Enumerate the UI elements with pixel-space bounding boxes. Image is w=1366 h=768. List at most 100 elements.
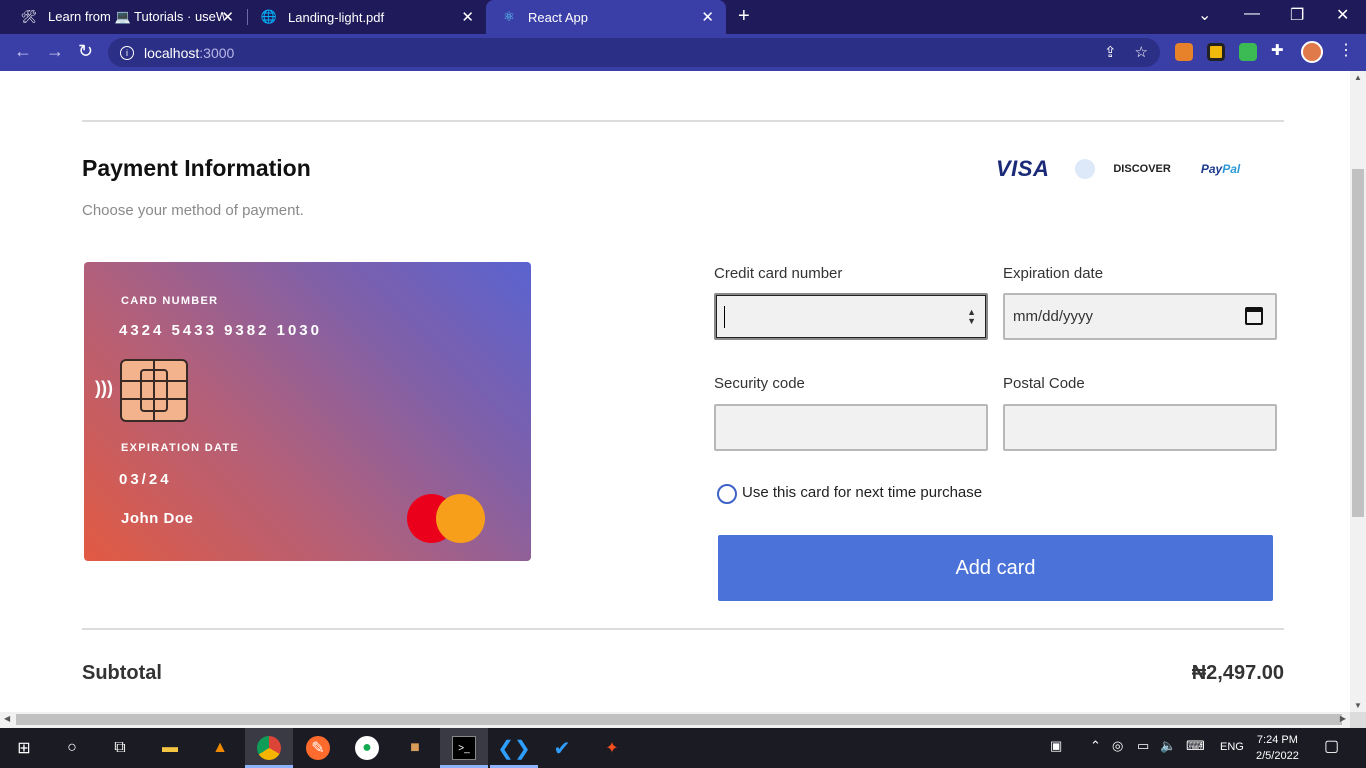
news-widget-icon[interactable]: ▣ [1050, 738, 1062, 754]
volume-icon[interactable]: 🔈 [1160, 738, 1176, 754]
tab-title: React App [528, 9, 588, 25]
more-menu-icon[interactable]: ⋮ [1338, 40, 1354, 60]
browser-tab-bar: 🛠 Learn from 💻 Tutorials · useWeb ✕ 🌐 La… [0, 0, 1366, 34]
extensions-puzzle-icon[interactable]: ✚ [1271, 41, 1289, 59]
postal-code-input[interactable] [1003, 404, 1277, 451]
close-icon[interactable]: ✕ [701, 8, 714, 26]
url-port: :3000 [199, 44, 235, 61]
expiration-placeholder: mm/dd/yyyy [1013, 308, 1094, 325]
new-tab-icon[interactable]: + [738, 5, 750, 28]
keyboard-icon[interactable]: ⌨ [1186, 738, 1205, 754]
paypal-logo[interactable]: PayPal [1201, 162, 1240, 176]
url-host: localhost [144, 44, 200, 61]
address-bar[interactable]: i localhost:3000 ⇪ ☆ [108, 38, 1160, 67]
payment-brands: VISA DISCOVER PayPal [996, 156, 1240, 182]
card-number: 4324 5433 9382 1030 [119, 322, 322, 339]
horizontal-scrollbar[interactable]: ◀ ▶ [0, 712, 1350, 728]
remember-card-label[interactable]: Use this card for next time purchase [742, 484, 982, 501]
paypal-logo-pal: Pal [1222, 162, 1241, 176]
terminal-icon[interactable]: >_ [452, 736, 476, 760]
tab-title: Landing-light.pdf [288, 9, 385, 25]
close-icon[interactable]: ✕ [221, 8, 234, 26]
vertical-scroll-thumb[interactable] [1352, 169, 1364, 517]
card-holder-name: John Doe [121, 510, 194, 527]
card-number-field-label: Credit card number [714, 265, 843, 282]
binance-extension-icon[interactable] [1207, 43, 1225, 61]
visa-logo[interactable]: VISA [996, 156, 1049, 182]
minimize-icon[interactable]: — [1244, 5, 1260, 23]
battery-icon[interactable]: ▭ [1137, 738, 1149, 754]
add-card-button[interactable]: Add card [718, 535, 1273, 601]
close-icon[interactable]: ✕ [461, 8, 474, 26]
vlc-icon[interactable]: ▲ [208, 736, 232, 760]
card-number-input[interactable]: ▲ ▼ [714, 293, 988, 340]
subtotal-amount: ₦2,497.00 [1191, 662, 1284, 684]
scroll-up-icon[interactable]: ▲ [1354, 73, 1362, 82]
mongodb-compass-icon[interactable]: ● [355, 736, 379, 760]
tab-search-icon[interactable]: ⌄ [1198, 5, 1211, 25]
calendar-icon[interactable] [1245, 307, 1263, 325]
security-code-input[interactable] [714, 404, 988, 451]
subtotal-label: Subtotal [82, 662, 162, 684]
system-clock[interactable]: 7:24 PM 2/5/2022 [1256, 732, 1299, 764]
search-icon[interactable]: ○ [60, 736, 84, 760]
network-icon[interactable]: ◎ [1112, 738, 1123, 754]
browser-toolbar: ← → ↻ i localhost:3000 ⇪ ☆ ✚ [0, 34, 1366, 71]
divider [82, 120, 1284, 122]
tab-landing-pdf[interactable]: 🌐 Landing-light.pdf ✕ [246, 0, 486, 34]
page-title: Payment Information [82, 155, 311, 181]
scroll-right-icon[interactable]: ▶ [1340, 714, 1346, 723]
info-icon[interactable]: i [120, 45, 134, 60]
discover-logo[interactable]: DISCOVER [1113, 163, 1170, 175]
expiration-field-label: Expiration date [1003, 265, 1104, 282]
notifications-icon[interactable]: ▢ [1324, 736, 1339, 756]
tray-chevron-icon[interactable]: ⌃ [1090, 738, 1101, 754]
bookmark-star-icon[interactable]: ☆ [1135, 43, 1148, 61]
globe-icon: 🌐 [260, 9, 278, 24]
page-subtitle: Choose your method of payment. [82, 202, 304, 219]
metamask-extension-icon[interactable] [1175, 43, 1193, 61]
expiration-date-input[interactable]: mm/dd/yyyy [1003, 293, 1277, 340]
mastercard-yellow-circle [436, 494, 485, 543]
security-code-label: Security code [714, 375, 805, 392]
tools-icon: 🛠 [20, 9, 38, 24]
clock-date: 2/5/2022 [1256, 750, 1299, 762]
paypal-logo-pay: Pay [1200, 162, 1223, 176]
scroll-down-icon[interactable]: ▼ [1354, 701, 1362, 710]
remember-card-radio[interactable] [717, 484, 737, 504]
language-indicator[interactable]: ENG [1220, 741, 1244, 753]
mastercard-logo[interactable] [1075, 159, 1096, 179]
postman-icon[interactable]: ✎ [306, 736, 330, 760]
windows-start-icon[interactable]: ⊞ [12, 736, 36, 760]
window-close-icon[interactable]: ✕ [1336, 5, 1349, 25]
page-content: Payment Information Choose your method o… [0, 71, 1350, 712]
tab-react-app[interactable]: ⚛ React App ✕ [486, 0, 726, 34]
divider [82, 628, 1284, 630]
profile-avatar[interactable] [1301, 41, 1323, 63]
figma-icon[interactable]: ✦ [600, 736, 624, 760]
number-spinner-icon[interactable]: ▲ ▼ [967, 308, 976, 326]
chip-icon [120, 359, 188, 422]
forward-icon[interactable]: → [46, 41, 64, 62]
chrome-icon[interactable] [257, 736, 281, 760]
green-extension-icon[interactable] [1239, 43, 1257, 61]
credit-card-preview: CARD NUMBER 4324 5433 9382 1030 ))) EXPI… [84, 262, 531, 561]
restore-icon[interactable]: ❐ [1290, 5, 1304, 25]
card-number-label: CARD NUMBER [121, 295, 219, 307]
file-explorer-icon[interactable]: ▬ [158, 736, 182, 760]
reload-icon[interactable]: ↻ [78, 41, 93, 62]
scrollbar-corner [1350, 712, 1366, 728]
todo-check-icon[interactable]: ✔ [550, 736, 574, 760]
horizontal-scroll-thumb[interactable] [16, 714, 1342, 725]
card-expiration-label: EXPIRATION DATE [121, 442, 240, 454]
clock-time: 7:24 PM [1256, 734, 1298, 746]
back-icon[interactable]: ← [14, 41, 32, 62]
scroll-left-icon[interactable]: ◀ [4, 714, 10, 723]
task-view-icon[interactable]: ⧉ [108, 736, 132, 760]
vscode-icon[interactable]: ❮❯ [497, 736, 531, 760]
vertical-scrollbar[interactable]: ▲ ▼ [1350, 71, 1366, 712]
tab-title: Learn from 💻 Tutorials · useWeb [48, 9, 224, 24]
package-icon[interactable]: ■ [403, 736, 427, 760]
tab-learn[interactable]: 🛠 Learn from 💻 Tutorials · useWeb ✕ [6, 0, 246, 34]
share-icon[interactable]: ⇪ [1104, 43, 1117, 61]
